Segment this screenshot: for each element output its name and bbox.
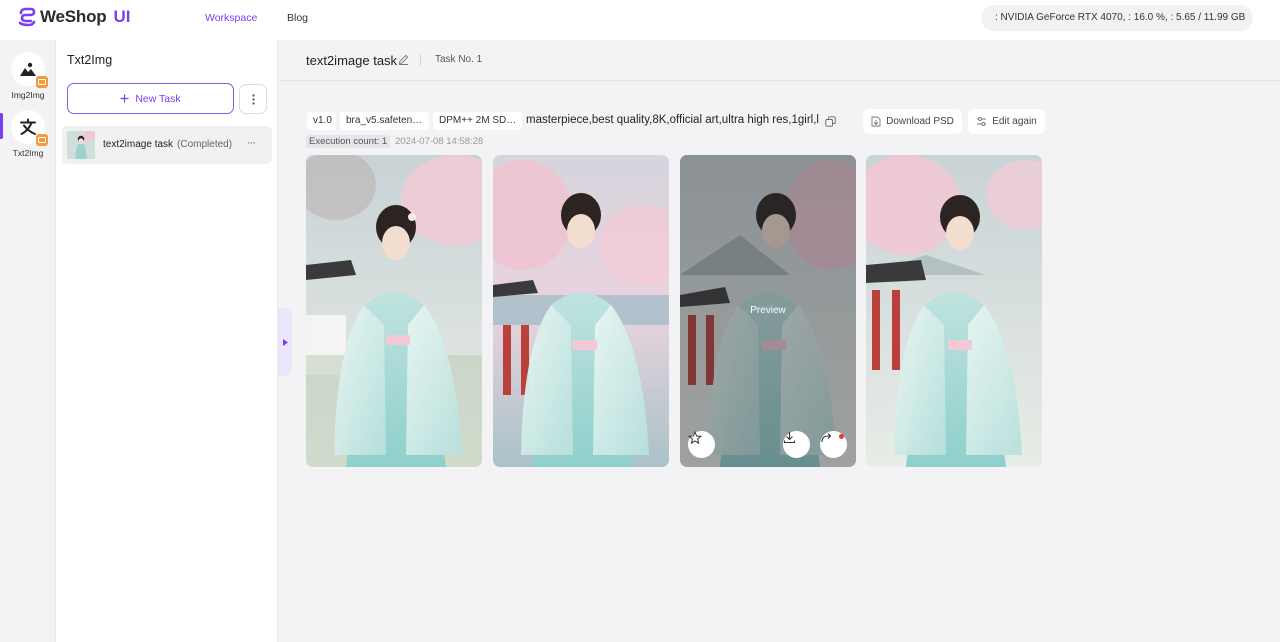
new-task-label: New Task — [135, 92, 181, 105]
task-header: text2image task Task No. 1 — [279, 40, 1280, 81]
task-number: Task No. 1 — [435, 54, 483, 65]
edit-again-label: Edit again — [992, 116, 1037, 127]
download-psd-label: Download PSD — [886, 116, 954, 127]
version-chip: v1.0 — [307, 112, 336, 130]
header-divider — [420, 54, 421, 66]
brand-suffix: UI — [113, 7, 131, 26]
execution-time: 2024-07-08 14:58:28 — [395, 136, 484, 147]
generated-image-1 — [306, 155, 482, 467]
execution-count: Execution count: 1 — [306, 135, 391, 148]
task-status-text: (Completed) — [177, 139, 233, 150]
sampler-chip: DPM++ 2M SD… — [433, 112, 522, 130]
task-more-button[interactable]: ··· — [247, 137, 256, 149]
preview-button[interactable]: Preview — [680, 305, 856, 316]
edit-pencil-icon[interactable] — [398, 54, 409, 65]
more-options-button[interactable] — [239, 84, 267, 114]
generated-image-2 — [493, 155, 669, 467]
sliders-icon — [977, 117, 987, 126]
rail-item-img2img[interactable]: Img2Img — [0, 50, 56, 110]
model-chip: bra_v5.safeten… — [340, 112, 429, 130]
vertical-dots-icon — [251, 93, 255, 105]
download-psd-button[interactable]: Download PSD — [863, 109, 962, 134]
generated-image-card-4[interactable] — [866, 155, 1042, 467]
brand[interactable]: WeShop UI — [17, 7, 131, 27]
generated-image-card-2[interactable] — [493, 155, 669, 467]
nav-blog-link[interactable]: Blog — [287, 12, 308, 24]
file-download-icon — [871, 116, 881, 127]
task-title-text: text2image task — [103, 139, 174, 150]
generated-image-card-3[interactable]: Preview — [680, 155, 856, 467]
new-task-button[interactable]: New Task — [67, 83, 234, 114]
weshop-logo-icon — [18, 7, 36, 27]
plus-icon — [120, 94, 129, 103]
panel-title: Txt2Img — [67, 53, 113, 67]
rail-label-img2img: Img2Img — [11, 90, 45, 100]
brand-name: WeShop — [40, 7, 107, 26]
star-icon — [688, 431, 702, 445]
top-bar: WeShop UI Workspace Blog : NVIDIA GeForc… — [0, 0, 1280, 40]
task-title: text2image task — [306, 53, 398, 68]
generated-image-card-1[interactable] — [306, 155, 482, 467]
generated-image-4 — [866, 155, 1042, 467]
mode-rail: Img2Img Txt2Img — [0, 40, 56, 642]
share-arrow-icon — [821, 433, 832, 443]
rail-label-txt2img: Txt2Img — [12, 148, 44, 158]
share-button[interactable] — [820, 431, 847, 458]
caret-right-icon — [282, 338, 288, 346]
task-name: text2image task (Completed) — [103, 139, 232, 150]
new-badge-icon — [36, 134, 48, 146]
download-image-button[interactable] — [783, 431, 810, 458]
copy-icon[interactable] — [825, 116, 836, 127]
panel-collapse-handle[interactable] — [278, 308, 292, 376]
task-list-item[interactable]: text2image task (Completed) ··· — [62, 126, 272, 164]
edit-again-button[interactable]: Edit again — [968, 109, 1045, 134]
gpu-status-pill: : NVIDIA GeForce RTX 4070, : 16.0 %, : 5… — [981, 5, 1253, 31]
download-icon — [783, 432, 796, 444]
nav-workspace-link[interactable]: Workspace — [205, 12, 257, 24]
prompt-text: masterpiece,best quality,8K,official art… — [526, 114, 819, 126]
task-panel: Txt2Img New Task text2image task (Complet… — [56, 40, 278, 642]
rail-item-txt2img[interactable]: Txt2Img — [0, 108, 56, 168]
task-thumbnail — [67, 131, 95, 159]
notification-dot — [839, 434, 844, 439]
favorite-button[interactable] — [688, 431, 715, 458]
new-badge-icon — [36, 76, 48, 88]
